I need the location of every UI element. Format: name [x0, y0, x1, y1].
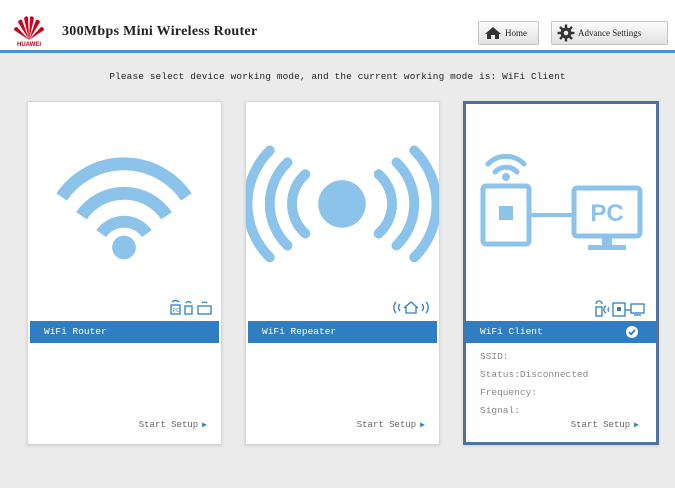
- start-setup-router[interactable]: Start Setup ▶: [28, 420, 221, 430]
- arrow-right-icon: ▶: [634, 421, 639, 430]
- home-icon: [485, 27, 501, 39]
- signal-field: Signal:: [480, 405, 520, 416]
- home-button-label: Home: [505, 28, 527, 38]
- mode-label-wifi-repeater: WiFi Repeater: [248, 321, 437, 343]
- advance-settings-button[interactable]: Advance Settings: [551, 21, 668, 45]
- mode-card-wifi-client[interactable]: PC WiFi Client SSID: Status:Disconnected…: [463, 101, 659, 445]
- status-field: Status:Disconnected: [480, 369, 589, 380]
- app-title: 300Mbps Mini Wireless Router: [62, 24, 258, 39]
- header-bar: HUAWEI 300Mbps Mini Wireless Router Home…: [0, 0, 675, 53]
- client-pc-icon: PC: [480, 153, 643, 250]
- start-setup-label: Start Setup: [570, 420, 631, 430]
- huawei-logo-text: HUAWEI: [17, 42, 41, 48]
- repeater-signal-icon: [246, 145, 439, 263]
- client-status-details: SSID: Status:Disconnected Frequency: Sig…: [480, 348, 588, 420]
- svg-text:PC: PC: [173, 308, 180, 314]
- frequency-field: Frequency:: [480, 387, 538, 398]
- ssid-field: SSID:: [480, 351, 509, 362]
- wifi-icon: [56, 157, 192, 260]
- arrow-right-icon: ▶: [420, 421, 425, 430]
- start-setup-repeater[interactable]: Start Setup ▶: [246, 420, 439, 430]
- router-mode-small-icon: PC: [170, 299, 212, 315]
- home-button[interactable]: Home: [478, 21, 539, 45]
- mode-card-wifi-repeater[interactable]: WiFi Repeater Start Setup ▶: [245, 101, 440, 445]
- client-mode-small-icon: [595, 300, 645, 317]
- mode-card-wifi-router[interactable]: PC WiFi Router Start Setup ▶: [27, 101, 222, 445]
- mode-label-wifi-client: WiFi Client: [466, 321, 656, 343]
- gear-icon: [557, 24, 575, 42]
- mode-prompt: Please select device working mode, and t…: [109, 71, 566, 82]
- check-circle-icon: [626, 326, 638, 338]
- start-setup-label: Start Setup: [138, 420, 199, 430]
- start-setup-client[interactable]: Start Setup ▶: [466, 420, 656, 430]
- mode-label-wifi-client-text: WiFi Client: [480, 326, 543, 337]
- advance-settings-label: Advance Settings: [578, 28, 642, 38]
- repeater-mode-small-icon: [393, 301, 429, 314]
- start-setup-label: Start Setup: [356, 420, 417, 430]
- mode-label-wifi-router: WiFi Router: [30, 321, 219, 343]
- arrow-right-icon: ▶: [202, 421, 207, 430]
- pc-icon-label: PC: [590, 200, 623, 227]
